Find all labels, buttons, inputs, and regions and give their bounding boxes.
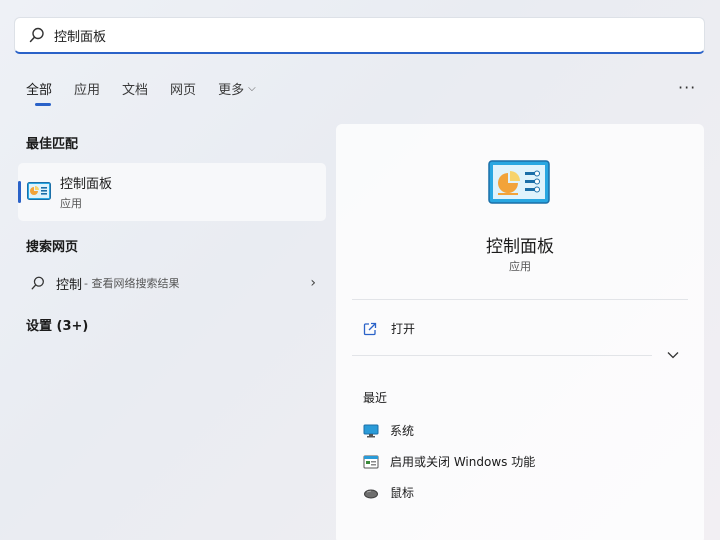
divider <box>352 299 688 300</box>
recent-label: 鼠标 <box>390 486 415 500</box>
chevron-right-icon: › <box>310 275 316 291</box>
open-label: 打开 <box>391 322 416 336</box>
settings-title[interactable]: 设置 (3+) <box>26 315 88 334</box>
tab-all[interactable]: 全部 <box>26 79 52 106</box>
mouse-icon <box>364 489 378 498</box>
tab-apps[interactable]: 应用 <box>74 79 100 106</box>
web-hint: - 查看网络搜索结果 <box>84 277 180 290</box>
best-match-title: 最佳匹配 <box>26 137 79 152</box>
search-web-title: 搜索网页 <box>26 240 79 255</box>
detail-title: 控制面板 <box>486 237 554 257</box>
best-match-name: 控制面板 <box>60 177 113 192</box>
control-panel-icon <box>27 182 51 200</box>
best-match-type: 应用 <box>60 197 82 210</box>
tab-documents[interactable]: 文档 <box>122 79 148 106</box>
recent-item-system[interactable]: 系统 <box>363 422 414 439</box>
selection-indicator <box>18 181 21 203</box>
web-query: 控制 <box>56 277 83 293</box>
monitor-icon <box>363 424 379 437</box>
detail-type: 应用 <box>509 260 531 273</box>
chevron-down-icon: ⌵ <box>248 83 256 94</box>
recent-item-windows-features[interactable]: 启用或关闭 Windows 功能 <box>363 453 535 470</box>
search-input[interactable] <box>54 27 654 43</box>
control-panel-icon <box>488 160 550 204</box>
search-icon <box>31 276 44 290</box>
tab-web[interactable]: 网页 <box>170 79 196 106</box>
divider <box>352 355 652 356</box>
open-external-icon <box>363 322 377 335</box>
open-action[interactable]: 打开 <box>363 320 415 337</box>
search-icon <box>29 27 44 43</box>
best-match-item[interactable]: 控制面板 应用 <box>18 163 326 221</box>
tab-more[interactable]: 更多 ⌵ <box>218 79 256 106</box>
filter-tabs: 全部 应用 文档 网页 更多 ⌵ <box>26 79 278 106</box>
recent-label: 系统 <box>390 424 415 438</box>
more-options-icon[interactable]: ··· <box>678 78 696 97</box>
recent-title: 最近 <box>363 391 388 405</box>
windows-features-icon <box>363 455 379 468</box>
chevron-down-icon[interactable] <box>666 350 680 360</box>
search-box[interactable] <box>14 17 705 54</box>
recent-label: 启用或关闭 Windows 功能 <box>390 455 536 469</box>
detail-panel: 控制面板 应用 打开 最近 系统 启用或关闭 Windows 功能 鼠标 <box>336 124 704 540</box>
web-search-result[interactable]: 控制 - 查看网络搜索结果 › <box>26 272 316 294</box>
recent-item-mouse[interactable]: 鼠标 <box>363 484 414 501</box>
